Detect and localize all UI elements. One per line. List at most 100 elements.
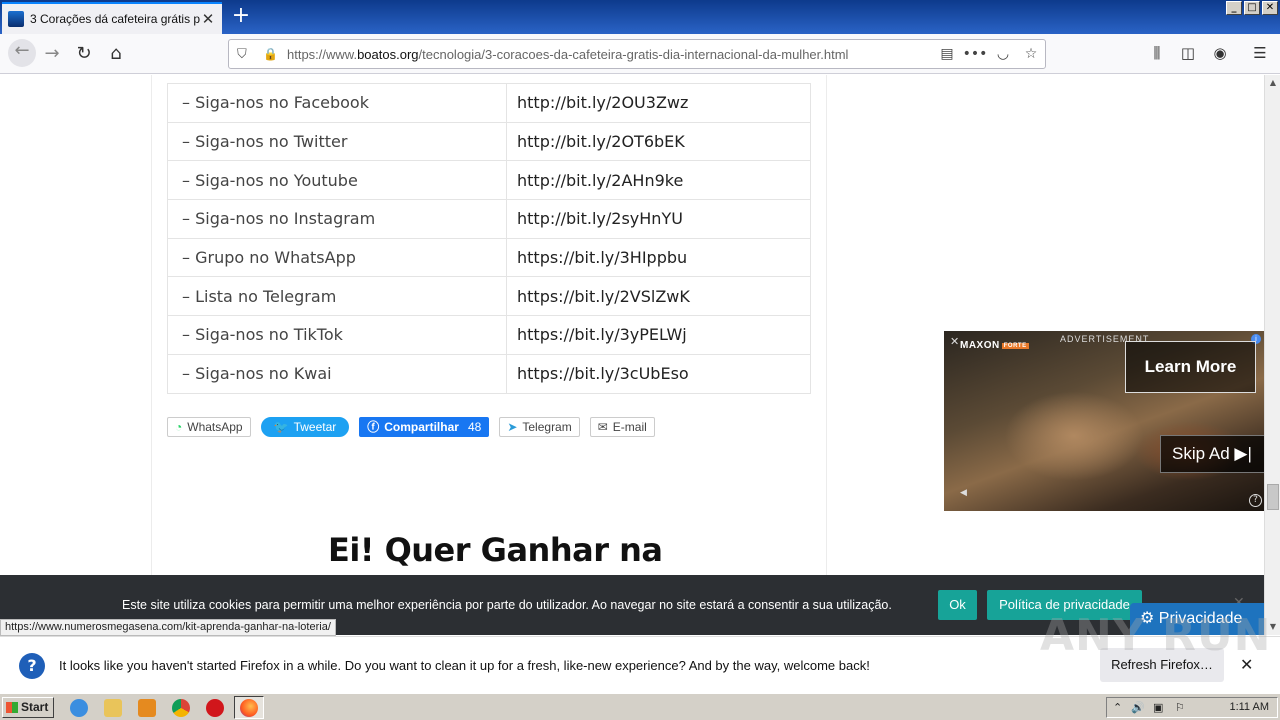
social-links-table: – Siga-nos no Facebook http://bit.ly/2OU3… <box>167 83 811 394</box>
system-tray: ⌃ 🔊 ▣ ⚐ 1:11 AM <box>1106 697 1278 718</box>
table-row: – Siga-nos no Facebook http://bit.ly/2OU3… <box>167 83 811 123</box>
notification-close-icon[interactable]: ✕ <box>1240 655 1253 674</box>
browser-tab[interactable]: 3 Corações dá cafeteira grátis por ✕ <box>2 2 222 34</box>
tab-close-icon[interactable]: ✕ <box>200 10 216 28</box>
social-label-cell: – Siga-nos no Twitter <box>167 121 507 162</box>
sidebar-icon[interactable]: ◫ <box>1177 44 1199 64</box>
social-label-cell: – Siga-nos no Facebook <box>167 83 507 123</box>
page-scrollbar[interactable]: ▲ ▼ <box>1264 75 1280 635</box>
telegram-label: Telegram <box>522 420 572 434</box>
social-link-cell[interactable]: https://bit.ly/3HIppbu <box>506 237 811 278</box>
tray-expand-icon[interactable]: ⌃ <box>1113 701 1122 714</box>
url-text[interactable]: https://www.boatos.org/tecnologia/3-cora… <box>287 47 933 62</box>
close-window-button[interactable]: ✕ <box>1262 1 1278 15</box>
reload-button[interactable]: ↻ <box>72 42 96 66</box>
link-status-url: https://www.numerosmegasena.com/kit-apre… <box>0 619 336 636</box>
social-label-cell: – Siga-nos no Instagram <box>167 199 507 239</box>
internet-explorer-icon[interactable] <box>70 699 88 717</box>
telegram-share-button[interactable]: ➤ Telegram <box>499 417 580 437</box>
table-row: – Siga-nos no Twitter http://bit.ly/2OT6b… <box>167 121 811 162</box>
cookie-ok-button[interactable]: Ok <box>938 590 977 620</box>
social-label-cell: – Lista no Telegram <box>167 276 507 317</box>
start-button[interactable]: Start <box>2 697 54 718</box>
account-icon[interactable]: ◉ <box>1209 44 1231 64</box>
email-share-button[interactable]: ✉ E-mail <box>589 417 655 437</box>
chrome-icon[interactable] <box>172 699 190 717</box>
site-favicon-icon <box>8 11 24 27</box>
whatsapp-label: WhatsApp <box>187 420 243 434</box>
table-row: – Siga-nos no Instagram http://bit.ly/2sy… <box>167 199 811 239</box>
table-row: – Lista no Telegram https://bit.ly/2VSlZw… <box>167 276 811 317</box>
cookie-message: Este site utiliza cookies para permitir … <box>122 598 892 612</box>
tracking-shield-icon[interactable]: ⛉ <box>237 47 253 62</box>
social-label-cell: – Siga-nos no Kwai <box>167 353 507 394</box>
back-button[interactable]: ← <box>8 39 36 67</box>
start-label: Start <box>21 700 49 714</box>
ad-volume-icon[interactable]: ◀ <box>960 488 967 498</box>
gear-icon: ⚙ <box>1140 610 1155 627</box>
bookmark-star-icon[interactable]: ☆ <box>1017 46 1045 62</box>
ad-brand-tag: FORTE <box>1001 342 1029 349</box>
taskbar: Start ⌃ 🔊 ▣ ⚐ 1:11 AM <box>0 693 1280 720</box>
library-icon[interactable]: ⫼ <box>1146 44 1168 64</box>
whatsapp-share-button[interactable]: ◔ WhatsApp <box>167 417 251 437</box>
maximize-button[interactable]: □ <box>1244 1 1260 15</box>
question-icon: ? <box>19 653 45 679</box>
media-player-icon[interactable] <box>138 699 156 717</box>
notification-message: It looks like you haven't started Firefo… <box>59 658 870 673</box>
navigation-bar: ← → ↻ ⌂ ⛉ 🔒 https://www.boatos.org/tecno… <box>0 34 1280 74</box>
social-link-cell[interactable]: http://bit.ly/2OT6bEK <box>506 121 811 162</box>
facebook-icon: ⓕ <box>367 420 380 434</box>
flag-icon[interactable]: ⚐ <box>1175 701 1185 714</box>
scrollbar-thumb[interactable] <box>1267 484 1279 510</box>
privacy-tab-label: Privacidade <box>1158 610 1243 627</box>
refresh-firefox-button[interactable]: Refresh Firefox… <box>1100 648 1224 682</box>
folder-icon[interactable] <box>104 699 122 717</box>
scroll-up-arrow-icon[interactable]: ▲ <box>1266 75 1280 91</box>
firefox-icon <box>240 699 258 717</box>
tab-title: 3 Corações dá cafeteira grátis por <box>30 12 200 26</box>
social-link-cell[interactable]: http://bit.ly/2AHn9ke <box>506 160 811 201</box>
opera-icon[interactable] <box>206 699 224 717</box>
clock: 1:11 AM <box>1229 701 1269 713</box>
volume-icon[interactable]: 🔊 <box>1131 701 1145 714</box>
video-ad[interactable]: ✕ MAXON FORTE ADVERTISEMENT i Learn More … <box>944 331 1264 511</box>
url-bar[interactable]: ⛉ 🔒 https://www.boatos.org/tecnologia/3-… <box>228 39 1046 69</box>
skip-ad-button[interactable]: Skip Ad ▶| <box>1160 435 1264 473</box>
lock-icon[interactable]: 🔒 <box>263 47 279 61</box>
minimize-button[interactable]: _ <box>1226 1 1242 15</box>
social-link-cell[interactable]: http://bit.ly/2OU3Zwz <box>506 83 811 123</box>
ad-brand-logo: MAXON FORTE <box>960 340 1029 351</box>
learn-more-button[interactable]: Learn More <box>1125 341 1256 393</box>
twitter-label: Tweetar <box>293 420 337 434</box>
ad-help-icon[interactable]: ? <box>1249 494 1262 507</box>
privacy-policy-button[interactable]: Política de privacidade <box>987 590 1142 620</box>
facebook-share-button[interactable]: ⓕ Compartilhar 48 <box>359 417 490 437</box>
firefox-taskbar-button[interactable] <box>234 696 264 719</box>
twitter-share-button[interactable]: 🐦 Tweetar <box>260 417 350 437</box>
social-label-cell: – Siga-nos no Youtube <box>167 160 507 201</box>
firefox-notification-bar: ? It looks like you haven't started Fire… <box>0 636 1280 693</box>
network-icon[interactable]: ▣ <box>1153 701 1163 714</box>
page-actions-icon[interactable]: ••• <box>961 46 989 62</box>
ad-close-icon[interactable]: ✕ <box>950 335 959 348</box>
social-link-cell[interactable]: https://bit.ly/3cUbEso <box>506 353 811 394</box>
share-buttons: ◔ WhatsApp 🐦 Tweetar ⓕ Compartilhar 48 ➤… <box>167 417 655 437</box>
new-tab-button[interactable]: + <box>228 4 254 30</box>
title-bar: 3 Corações dá cafeteira grátis por ✕ + _… <box>0 0 1280 34</box>
social-link-cell[interactable]: https://bit.ly/2VSlZwK <box>506 276 811 317</box>
reader-view-icon[interactable]: ▤ <box>933 46 961 62</box>
privacy-settings-tab[interactable]: ⚙ Privacidade <box>1130 603 1264 635</box>
scroll-down-arrow-icon[interactable]: ▼ <box>1266 619 1280 635</box>
email-icon: ✉ <box>597 420 608 434</box>
ad-brand-name: MAXON <box>960 340 1000 351</box>
forward-button[interactable]: → <box>40 42 64 66</box>
social-label-cell: – Grupo no WhatsApp <box>167 237 507 278</box>
pocket-icon[interactable]: ◡ <box>989 46 1017 62</box>
table-row: – Grupo no WhatsApp https://bit.ly/3HIppb… <box>167 237 811 278</box>
menu-icon[interactable]: ☰ <box>1249 44 1271 64</box>
social-link-cell[interactable]: https://bit.ly/3yPELWj <box>506 315 811 355</box>
email-label: E-mail <box>612 420 647 434</box>
home-button[interactable]: ⌂ <box>104 42 128 66</box>
social-link-cell[interactable]: http://bit.ly/2syHnYU <box>506 199 811 239</box>
